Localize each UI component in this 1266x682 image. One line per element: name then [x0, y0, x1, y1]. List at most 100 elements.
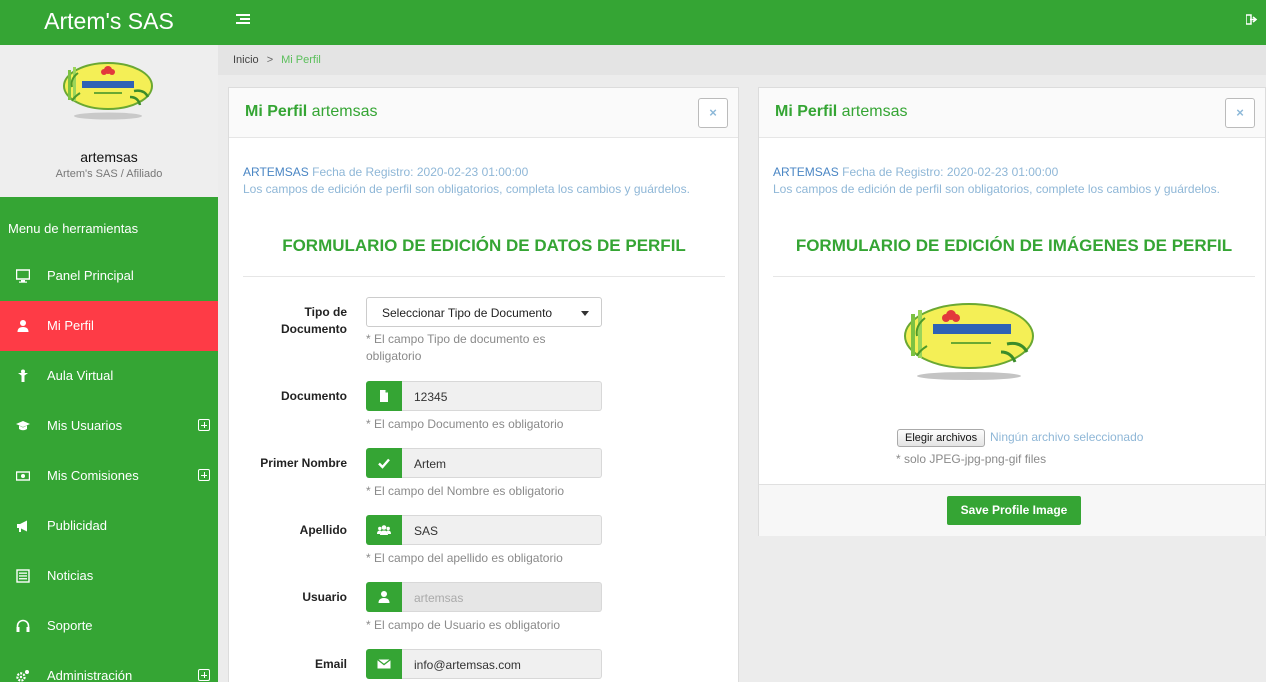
- username-input-group: artemsas: [366, 582, 602, 612]
- brand-title[interactable]: Artem's SAS: [0, 0, 218, 45]
- first-name-input-group: Artem: [366, 448, 602, 478]
- panel-header: Mi Perfil artemsas ×: [229, 88, 738, 138]
- sidebar-item-label: Mi Perfil: [47, 318, 94, 333]
- sidebar-item-label: Publicidad: [47, 518, 107, 533]
- doc-type-help: * El campo Tipo de documento es obligato…: [366, 332, 546, 363]
- monitor-icon: [16, 269, 30, 283]
- sidebar-item-label: Aula Virtual: [47, 368, 114, 383]
- breadcrumb-separator: >: [266, 54, 274, 66]
- profile-role: Artem's SAS / Afiliado: [55, 168, 163, 180]
- panel-title: Mi Perfil artemsas: [775, 103, 908, 120]
- file-icon: [380, 390, 388, 402]
- users-icon: [377, 525, 391, 535]
- sidebar-item-label: Administración: [47, 668, 133, 682]
- user-icon: [17, 320, 29, 332]
- divider: [243, 276, 725, 277]
- edit-notice: Los campos de edición de perfil son obli…: [773, 182, 1220, 196]
- document-label: Documento: [281, 389, 347, 403]
- username-addon: [366, 582, 402, 612]
- username-field: artemsas: [402, 582, 602, 612]
- breadcrumb: Inicio > Mi Perfil: [218, 45, 1266, 75]
- profile-image-preview: [904, 303, 1034, 380]
- doc-type-value: Seleccionar Tipo de Documento: [382, 306, 553, 320]
- profile-image-panel: Mi Perfil artemsas × ARTEMSAS Fecha de R…: [758, 87, 1266, 536]
- last-name-input-group: SAS: [366, 515, 602, 545]
- first-name-label: Primer Nombre: [260, 456, 347, 470]
- check-icon: [378, 458, 390, 469]
- profile-data-panel: Mi Perfil artemsas × ARTEMSAS Fecha de R…: [228, 87, 739, 682]
- panel-title: Mi Perfil artemsas: [245, 103, 378, 120]
- last-name-help: * El campo del apellido es obligatorio: [366, 551, 563, 565]
- sidebar-item-soporte[interactable]: Soporte: [0, 601, 218, 651]
- envelope-icon: [377, 658, 391, 669]
- user-icon: [378, 591, 390, 603]
- last-name-addon: [366, 515, 402, 545]
- expand-plus-icon[interactable]: [198, 469, 210, 481]
- registration-info: ARTEMSAS Fecha de Registro: 2020-02-23 0…: [773, 164, 1220, 198]
- sidebar-item-noticias[interactable]: Noticias: [0, 551, 218, 601]
- divider: [773, 276, 1255, 277]
- registration-date: Fecha de Registro: 2020-02-23 01:00:00: [308, 165, 529, 179]
- sidebar-item-mis-comisiones[interactable]: Mis Comisiones: [0, 451, 218, 501]
- sidebar: artemsas Artem's SAS / Afiliado Menu de …: [0, 45, 218, 682]
- money-icon: [16, 471, 30, 481]
- cogs-icon: [16, 670, 29, 682]
- file-types-help: * solo JPEG-jpg-png-gif files: [896, 452, 1047, 466]
- expand-plus-icon[interactable]: [198, 419, 210, 431]
- sidebar-item-label: Soporte: [47, 618, 93, 633]
- menu-toggle-icon[interactable]: [236, 14, 250, 26]
- profile-username: artemsas: [80, 149, 138, 165]
- sidebar-item-publicidad[interactable]: Publicidad: [0, 501, 218, 551]
- sidebar-item-label: Mis Usuarios: [47, 418, 123, 433]
- company-logo: [63, 62, 153, 120]
- form-title: FORMULARIO DE EDICIÓN DE DATOS DE PERFIL: [282, 236, 686, 255]
- expand-plus-icon[interactable]: [198, 669, 210, 681]
- document-input-group: 12345: [366, 381, 602, 411]
- choose-file-button[interactable]: Elegir archivos: [897, 429, 986, 447]
- menu-title: Menu de herramientas: [8, 221, 139, 236]
- close-button[interactable]: ×: [698, 98, 728, 128]
- graduation-cap-icon: [16, 421, 30, 431]
- last-name-field[interactable]: SAS: [402, 515, 602, 545]
- info-username: ARTEMSAS: [243, 165, 309, 179]
- last-name-label: Apellido: [299, 523, 347, 537]
- sidebar-item-label: Noticias: [47, 568, 94, 583]
- panel-footer: Save Profile Image: [759, 484, 1265, 536]
- email-input-group: info@artemsas.com: [366, 649, 602, 679]
- breadcrumb-home[interactable]: Inicio: [233, 54, 259, 66]
- document-addon: [366, 381, 402, 411]
- save-profile-image-button[interactable]: Save Profile Image: [947, 496, 1081, 525]
- doc-type-select[interactable]: Seleccionar Tipo de Documento: [366, 297, 602, 327]
- sidebar-item-mi-perfil[interactable]: Mi Perfil: [0, 301, 218, 351]
- newspaper-icon: [16, 569, 30, 583]
- logout-icon[interactable]: [1246, 14, 1258, 25]
- person-icon: [18, 369, 28, 382]
- info-username: ARTEMSAS: [773, 165, 839, 179]
- doc-type-label: Tipo de Documento: [281, 305, 347, 336]
- panel-header: Mi Perfil artemsas ×: [759, 88, 1265, 138]
- breadcrumb-current[interactable]: Mi Perfil: [281, 54, 321, 66]
- sidebar-item-mis-usuarios[interactable]: Mis Usuarios: [0, 401, 218, 451]
- sidebar-item-aula-virtual[interactable]: Aula Virtual: [0, 351, 218, 401]
- caret-down-icon: [581, 311, 589, 316]
- username-label: Usuario: [302, 590, 347, 604]
- sidebar-item-panel-principal[interactable]: Panel Principal: [0, 251, 218, 301]
- sidebar-item-administracion[interactable]: Administración: [0, 651, 218, 682]
- registration-info: ARTEMSAS Fecha de Registro: 2020-02-23 0…: [243, 164, 690, 198]
- first-name-field[interactable]: Artem: [402, 448, 602, 478]
- headphones-icon: [16, 619, 30, 632]
- edit-notice: Los campos de edición de perfil son obli…: [243, 182, 690, 196]
- profile-box: artemsas Artem's SAS / Afiliado: [0, 45, 218, 197]
- email-label: Email: [314, 657, 347, 671]
- document-field[interactable]: 12345: [402, 381, 602, 411]
- close-button[interactable]: ×: [1225, 98, 1255, 128]
- form-title: FORMULARIO DE EDICIÓN DE IMÁGENES DE PER…: [795, 236, 1233, 255]
- megaphone-icon: [17, 520, 27, 532]
- username-help: * El campo de Usuario es obligatorio: [366, 618, 561, 632]
- sidebar-item-label: Panel Principal: [47, 268, 134, 283]
- first-name-addon: [366, 448, 402, 478]
- email-field[interactable]: info@artemsas.com: [402, 649, 602, 679]
- sidebar-item-label: Mis Comisiones: [47, 468, 139, 483]
- email-addon: [366, 649, 402, 679]
- registration-date: Fecha de Registro: 2020-02-23 01:00:00: [838, 165, 1059, 179]
